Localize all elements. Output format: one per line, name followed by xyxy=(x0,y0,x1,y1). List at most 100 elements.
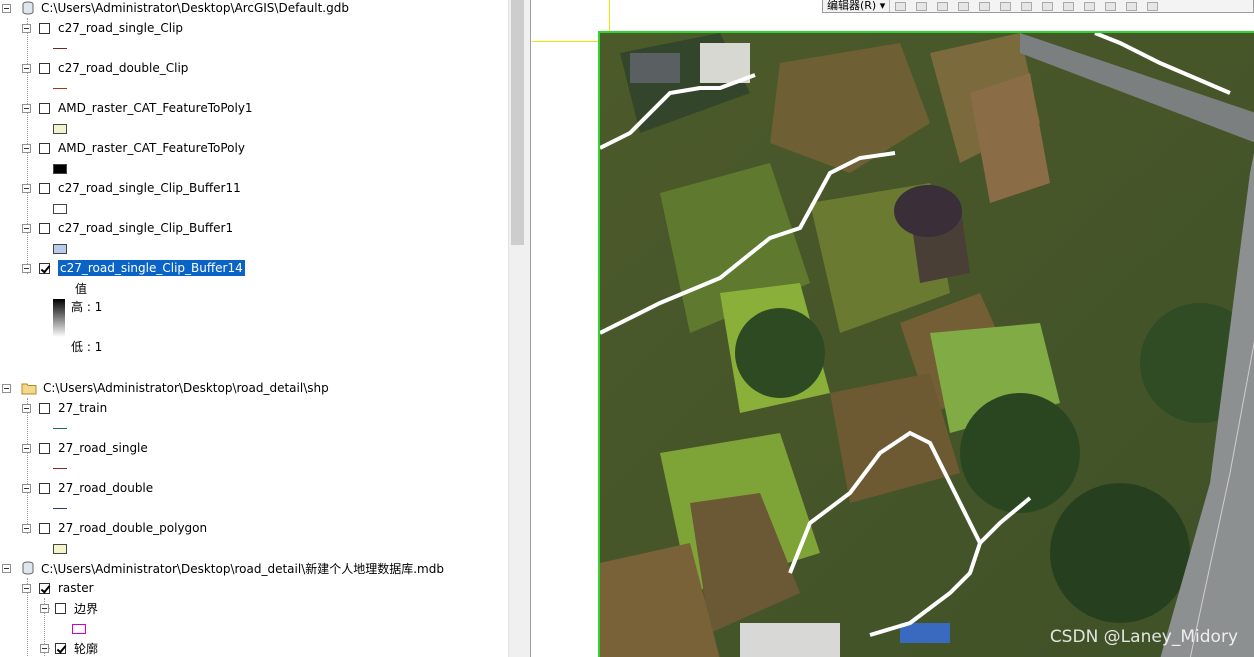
layer-visibility-checkbox[interactable] xyxy=(55,642,66,654)
raster-legend-field: 值 xyxy=(75,281,88,296)
toc-layer-row[interactable]: 27_road_double_polygon xyxy=(22,518,207,538)
aerial-imagery xyxy=(600,33,1254,657)
raster-legend-low: 低 : 1 xyxy=(71,339,103,354)
collapse-icon[interactable] xyxy=(22,223,31,233)
toc-group-path: C:\Users\Administrator\Desktop\ArcGIS\De… xyxy=(41,1,349,15)
map-view[interactable]: 编辑器(R) ▾ CSDN @Laney_Midory xyxy=(532,0,1254,657)
toc-layer-row[interactable]: AMD_raster_CAT_FeatureToPoly1 xyxy=(22,98,253,118)
toc-layer-row[interactable]: c27_road_single_Clip xyxy=(22,18,183,38)
fill-symbol[interactable] xyxy=(53,244,67,254)
collapse-icon[interactable] xyxy=(22,403,31,413)
watermark-text: CSDN @Laney_Midory xyxy=(1049,627,1238,647)
layer-visibility-checkbox[interactable] xyxy=(39,442,50,454)
toc-scrollbar[interactable] xyxy=(508,0,525,657)
layer-visibility-checkbox[interactable] xyxy=(39,142,50,154)
line-symbol[interactable] xyxy=(53,468,67,469)
line-symbol[interactable] xyxy=(53,88,67,89)
panel-splitter[interactable] xyxy=(525,0,531,657)
layer-name: 27_road_single xyxy=(58,441,148,455)
collapse-icon[interactable] xyxy=(22,443,31,453)
layer-visibility-checkbox[interactable] xyxy=(55,602,66,614)
layer-name: 27_road_double xyxy=(58,481,154,495)
toc-layer-row-selected[interactable]: c27_road_single_Clip_Buffer14 xyxy=(22,258,245,278)
toc-layer-row[interactable]: 27_road_double xyxy=(22,478,153,498)
line-symbol[interactable] xyxy=(53,48,67,49)
layer-visibility-checkbox[interactable] xyxy=(39,102,50,114)
fill-symbol[interactable] xyxy=(53,544,67,554)
toc-sublayer-row[interactable]: 轮廓 xyxy=(40,638,98,657)
collapse-icon[interactable] xyxy=(2,563,11,573)
toc-layer-row[interactable]: c27_road_double_Clip xyxy=(22,58,188,78)
layer-visibility-checkbox[interactable] xyxy=(39,582,50,594)
folder-icon xyxy=(21,383,37,395)
toc-group-shp-folder[interactable]: C:\Users\Administrator\Desktop\road_deta… xyxy=(2,378,329,398)
toc-group-path: C:\Users\Administrator\Desktop\road_deta… xyxy=(43,381,329,395)
layer-visibility-checkbox[interactable] xyxy=(39,22,50,34)
layer-visibility-checkbox[interactable] xyxy=(39,482,50,494)
line-symbol[interactable] xyxy=(53,508,67,509)
layer-name: c27_road_single_Clip_Buffer1 xyxy=(58,221,234,235)
cut-polygon-icon[interactable] xyxy=(1084,1,1096,11)
fill-symbol[interactable] xyxy=(53,164,67,174)
collapse-icon[interactable] xyxy=(22,143,31,153)
straight-segment-icon[interactable] xyxy=(937,1,949,11)
collapse-icon[interactable] xyxy=(2,383,11,393)
layer-name: 边界 xyxy=(74,601,99,616)
table-of-contents: C:\Users\Administrator\Desktop\ArcGIS\De… xyxy=(0,0,510,657)
toc-layer-row[interactable]: raster xyxy=(22,578,94,598)
edit-tool-icon[interactable] xyxy=(895,1,907,11)
fill-symbol[interactable] xyxy=(53,204,67,214)
collapse-icon[interactable] xyxy=(22,583,31,593)
toc-group-personal-gdb[interactable]: C:\Users\Administrator\Desktop\road_deta… xyxy=(2,558,444,578)
edit-annotation-icon[interactable] xyxy=(916,1,928,11)
collapse-icon[interactable] xyxy=(22,483,31,493)
editor-menu-button[interactable]: 编辑器(R) ▾ xyxy=(823,0,891,12)
toc-layer-row[interactable]: 27_train xyxy=(22,398,107,418)
toc-group-default-gdb[interactable]: C:\Users\Administrator\Desktop\ArcGIS\De… xyxy=(2,0,349,18)
reshape-icon[interactable] xyxy=(1063,1,1075,11)
rotate-icon[interactable] xyxy=(1042,1,1054,11)
layer-name: c27_road_single_Clip xyxy=(58,21,184,35)
layer-visibility-checkbox[interactable] xyxy=(39,522,50,534)
layer-visibility-checkbox[interactable] xyxy=(39,182,50,194)
map-data-frame[interactable]: CSDN @Laney_Midory xyxy=(598,31,1254,657)
layer-name: AMD_raster_CAT_FeatureToPoly1 xyxy=(58,101,253,115)
attributes-icon[interactable] xyxy=(1105,1,1117,11)
scrollbar-thumb[interactable] xyxy=(511,0,524,245)
toc-group-path: C:\Users\Administrator\Desktop\road_deta… xyxy=(41,561,444,576)
raster-ramp-symbol[interactable] xyxy=(53,299,65,337)
toc-layer-row[interactable]: AMD_raster_CAT_FeatureToPoly xyxy=(22,138,245,158)
layer-name: AMD_raster_CAT_FeatureToPoly xyxy=(58,141,245,155)
toc-sublayer-row[interactable]: 边界 xyxy=(40,598,98,618)
toc-layer-row[interactable]: c27_road_single_Clip_Buffer11 xyxy=(22,178,241,198)
vertex-icon[interactable] xyxy=(1000,1,1012,11)
layer-name: c27_road_single_Clip_Buffer11 xyxy=(58,181,241,195)
toc-layer-row[interactable]: c27_road_single_Clip_Buffer1 xyxy=(22,218,233,238)
toc-layer-row[interactable]: 27_road_single xyxy=(22,438,148,458)
layer-visibility-checkbox[interactable] xyxy=(39,222,50,234)
collapse-icon[interactable] xyxy=(22,63,31,73)
fill-symbol[interactable] xyxy=(72,624,86,634)
collapse-icon[interactable] xyxy=(22,23,31,33)
line-symbol[interactable] xyxy=(53,428,67,429)
layer-visibility-checkbox[interactable] xyxy=(39,262,50,274)
collapse-icon[interactable] xyxy=(22,183,31,193)
create-features-icon[interactable] xyxy=(1147,1,1159,11)
collapse-icon[interactable] xyxy=(22,103,31,113)
collapse-icon[interactable] xyxy=(2,3,11,13)
layer-name[interactable]: c27_road_single_Clip_Buffer14 xyxy=(58,260,245,276)
collapse-icon[interactable] xyxy=(22,263,31,273)
layer-name: 27_train xyxy=(58,401,108,415)
point-icon[interactable] xyxy=(979,1,991,11)
layer-visibility-checkbox[interactable] xyxy=(39,402,50,414)
editor-toolbar: 编辑器(R) ▾ xyxy=(822,0,1254,13)
layer-visibility-checkbox[interactable] xyxy=(39,62,50,74)
trace-icon[interactable] xyxy=(958,1,970,11)
sketch-properties-icon[interactable] xyxy=(1126,1,1138,11)
collapse-icon[interactable] xyxy=(40,643,49,653)
collapse-icon[interactable] xyxy=(22,523,31,533)
collapse-icon[interactable] xyxy=(40,603,49,613)
split-icon[interactable] xyxy=(1021,1,1033,11)
fill-symbol[interactable] xyxy=(53,124,67,134)
layout-guide xyxy=(532,41,598,42)
